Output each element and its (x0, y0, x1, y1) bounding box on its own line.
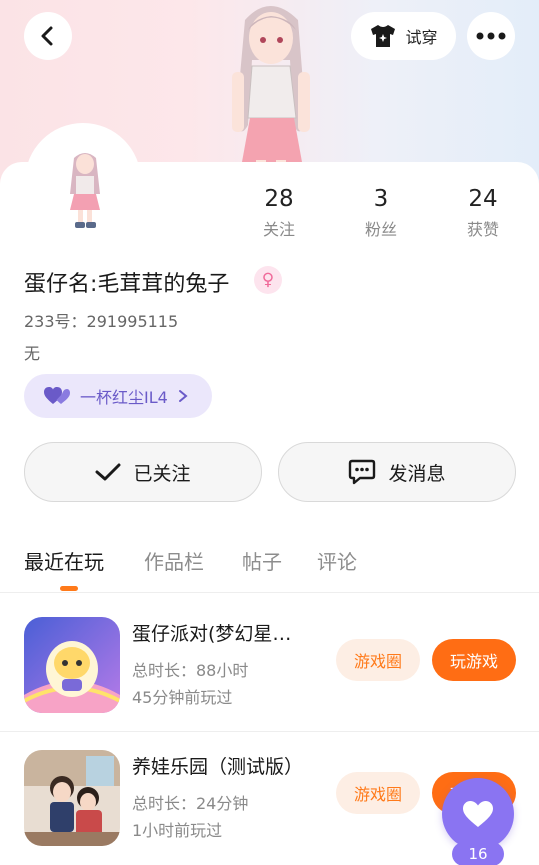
heart-icon (463, 801, 493, 827)
tab-works[interactable]: 作品栏 (144, 546, 204, 575)
play-game-button[interactable]: 玩游戏 (432, 639, 516, 681)
stat-likes[interactable]: 24 获赞 (443, 186, 523, 240)
game-name: 养娃乐园（测试版） (132, 756, 304, 778)
send-message-label: 发消息 (388, 462, 446, 485)
more-options-button[interactable] (467, 12, 515, 60)
fan-club-label: 一杯红尘IL4 (80, 388, 168, 407)
game-play-duration: 总时长：24分钟 (132, 794, 249, 813)
female-gender-icon: ♀ (254, 266, 282, 294)
chevron-right-icon (178, 390, 188, 402)
stat-likes-label: 获赞 (466, 220, 499, 239)
game-list-item[interactable]: 蛋仔派对(梦幻星… 总时长：88小时 45分钟前玩过 游戏圈 玩游戏 (0, 593, 539, 727)
user-id: 233号：291995115 (24, 312, 179, 331)
followed-label: 已关注 (133, 462, 191, 485)
game-circle-button[interactable]: 游戏圈 (336, 639, 420, 681)
stat-following-label: 关注 (262, 220, 295, 239)
stat-followers-label: 粉丝 (364, 220, 397, 239)
bio-text: 无 (24, 344, 41, 363)
tab-comments[interactable]: 评论 (317, 546, 357, 575)
checkmark-icon (95, 463, 121, 481)
stat-followers-value: 3 (373, 186, 389, 212)
stat-likes-value: 24 (468, 186, 498, 212)
game-name: 蛋仔派对(梦幻星… (132, 623, 292, 645)
game-last-played: 45分钟前玩过 (132, 688, 233, 707)
like-count-badge: 16 (452, 842, 504, 865)
game-play-duration: 总时长：88小时 (132, 661, 249, 680)
followed-button[interactable]: 已关注 (24, 442, 262, 502)
game-circle-button[interactable]: 游戏圈 (336, 772, 420, 814)
more-dots-icon (476, 32, 506, 40)
eggy-party-game-icon (24, 617, 120, 713)
character-figure-image (232, 6, 310, 175)
back-button[interactable] (24, 12, 72, 60)
tshirt-icon (371, 25, 396, 47)
stat-following-value: 28 (264, 186, 294, 212)
chevron-left-icon (41, 26, 53, 46)
game-last-played: 1小时前玩过 (132, 821, 223, 840)
fan-club-badge[interactable]: 一杯红尘IL4 (24, 374, 212, 418)
send-message-button[interactable]: 发消息 (278, 442, 516, 502)
doll-park-game-icon (24, 750, 120, 846)
stat-following[interactable]: 28 关注 (239, 186, 319, 240)
nickname: 蛋仔名:毛茸茸的兔子 (24, 272, 230, 297)
chat-bubble-icon (349, 459, 376, 485)
avatar[interactable] (60, 150, 110, 230)
floating-like-button[interactable] (442, 778, 514, 850)
tab-recently-played[interactable]: 最近在玩 (24, 546, 104, 575)
tab-posts[interactable]: 帖子 (242, 546, 282, 575)
stat-followers[interactable]: 3 粉丝 (341, 186, 421, 240)
try-on-label: 试穿 (405, 28, 438, 47)
try-on-button[interactable]: 试穿 (351, 12, 456, 60)
active-tab-indicator (60, 586, 78, 591)
double-heart-icon (44, 387, 70, 404)
